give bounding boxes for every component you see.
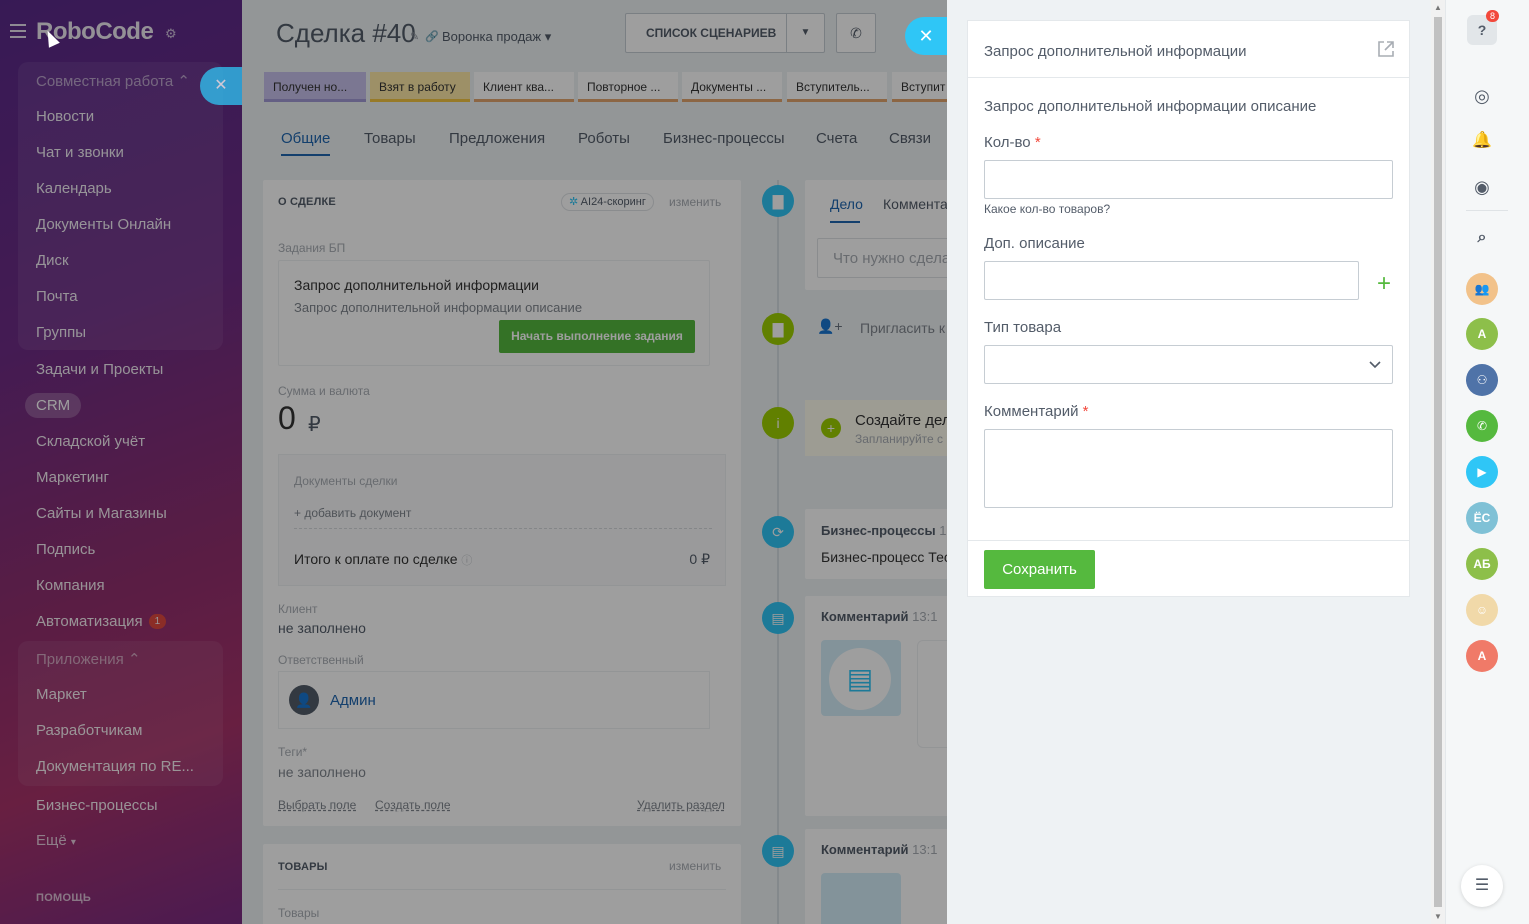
open-external-icon[interactable] <box>1377 40 1395 58</box>
scrollbar[interactable]: ▲ ▼ <box>1431 0 1445 924</box>
chevron-down-icon <box>1369 361 1381 369</box>
close-slider-button[interactable]: ✕ <box>905 17 947 55</box>
add-field-plus-icon[interactable]: + <box>1372 272 1396 297</box>
search-icon[interactable]: ⌕ <box>1466 222 1498 254</box>
avatar[interactable]: А <box>1466 318 1498 350</box>
qty-label: Кол-во * <box>984 134 1041 151</box>
phone-icon[interactable]: ✆ <box>1466 410 1498 442</box>
qty-hint: Какое кол-во товаров? <box>984 202 1111 216</box>
extra-description-label: Доп. описание <box>984 235 1085 252</box>
task-form: Запрос дополнительной информации Запрос … <box>967 20 1410 597</box>
avatar[interactable]: АБ <box>1466 548 1498 580</box>
divider <box>1466 210 1508 211</box>
comment-label: Комментарий * <box>984 403 1089 420</box>
form-description: Запрос дополнительной информации описани… <box>984 98 1317 115</box>
product-type-select[interactable] <box>984 345 1393 384</box>
group-chat-icon[interactable]: ⚇ <box>1466 364 1498 396</box>
list-icon[interactable]: ☰ <box>1461 865 1503 907</box>
comment-textarea[interactable] <box>984 429 1393 508</box>
copilot-icon[interactable]: ◎ <box>1466 80 1498 112</box>
modal-overlay[interactable] <box>0 0 947 924</box>
feed-icon[interactable]: ◉ <box>1466 171 1498 203</box>
help-badge: 8 <box>1486 10 1500 22</box>
bell-icon[interactable]: 🔔 <box>1466 125 1498 157</box>
task-slider: Запрос дополнительной информации Запрос … <box>947 0 1431 924</box>
right-toolbar: ? 8 ◎ 🔔 ◉ ⌕ 👥 А ⚇ ✆ ▶ ЁС АБ ☺ А ☰ <box>1445 0 1529 924</box>
avatar[interactable]: ЁС <box>1466 502 1498 534</box>
group-avatar[interactable]: 👥 <box>1466 273 1498 305</box>
scrollbar-thumb[interactable] <box>1434 17 1442 907</box>
avatar[interactable]: ☺ <box>1466 594 1498 626</box>
scroll-down-icon[interactable]: ▼ <box>1434 912 1442 921</box>
form-title: Запрос дополнительной информации <box>984 43 1247 60</box>
avatar[interactable]: А <box>1466 640 1498 672</box>
extra-description-input[interactable] <box>984 261 1359 300</box>
video-icon[interactable]: ▶ <box>1466 456 1498 488</box>
qty-input[interactable] <box>984 160 1393 199</box>
scroll-up-icon[interactable]: ▲ <box>1434 3 1442 12</box>
form-footer: Сохранить <box>968 540 1409 596</box>
close-icon[interactable]: ✕ <box>200 67 242 105</box>
form-header: Запрос дополнительной информации <box>968 21 1409 78</box>
product-type-label: Тип товара <box>984 319 1062 336</box>
save-button[interactable]: Сохранить <box>984 550 1095 589</box>
